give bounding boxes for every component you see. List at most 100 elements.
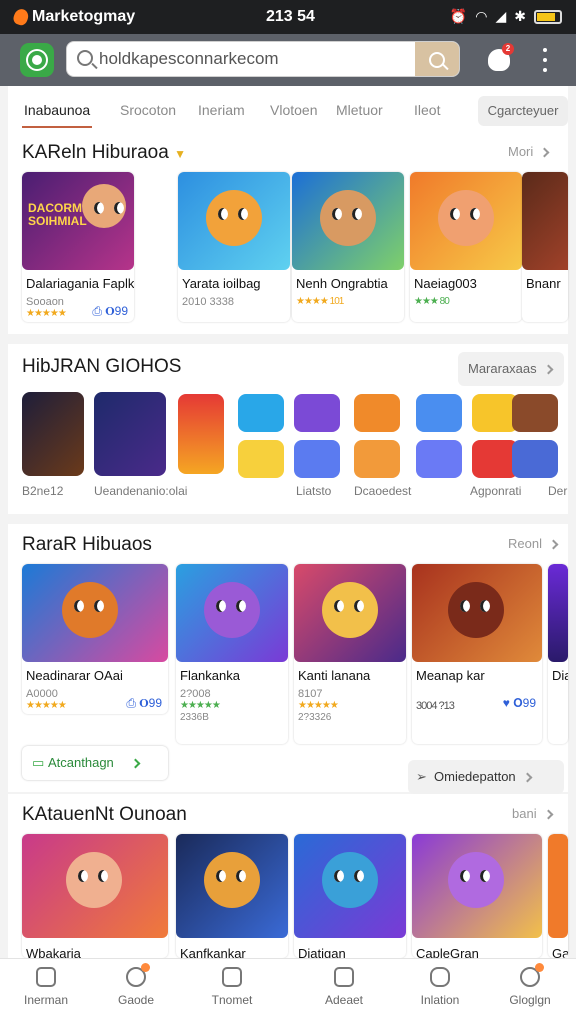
game-icon-tile[interactable] (354, 394, 400, 432)
section-more-link[interactable]: Mori (508, 144, 550, 159)
game-art (22, 564, 168, 662)
nav-item-home[interactable]: Inerman (6, 967, 86, 1007)
game-art (294, 834, 406, 938)
game-art (412, 834, 542, 938)
tab-2[interactable]: Ineriam (198, 102, 245, 118)
app-header: 2 (0, 34, 576, 86)
section-featured: KAReln Hiburaoa ▼ Mori DACORMIAI SOIHMIAL… (8, 134, 568, 334)
status-bar: Marketogmay 213 54 ⏰ ◠ ◢ ✱ (0, 0, 576, 34)
game-card[interactable]: Kanti lanana 8107 ★★★★★ 2?3326 (294, 564, 406, 744)
search-icon (77, 50, 93, 66)
game-subtitle: Sooaon (26, 296, 64, 308)
action-button-left[interactable]: ▭ Atcanthagn (22, 746, 168, 780)
document-icon (334, 967, 354, 987)
action-button-right[interactable]: ➢ Omiedepatton (408, 760, 564, 794)
game-title: Gap (552, 946, 568, 958)
nav-item-apps[interactable]: Adeaet (304, 967, 384, 1007)
wifi-icon: ◠ (475, 8, 488, 24)
tab-5[interactable]: Ileot (414, 102, 440, 118)
search-button[interactable] (415, 42, 459, 76)
game-icon-tile[interactable] (294, 440, 340, 478)
game-card[interactable]: Wbakaria (22, 834, 168, 961)
game-icon-tile[interactable] (238, 440, 284, 478)
game-card[interactable]: Kanfkankar (176, 834, 288, 961)
game-title: Dia (552, 668, 568, 683)
game-card[interactable]: Diatigan (294, 834, 406, 961)
section-more-link[interactable]: Mararaxaas (458, 352, 564, 386)
notification-badge: 2 (502, 43, 514, 55)
section-popular: RaraR Hibuaos Reonl Neadinarar OAai A000… (8, 524, 568, 794)
game-card[interactable]: Yarata ioilbag 2010 3338 (178, 172, 290, 322)
rating-stars: ★★★★ 101 (296, 296, 344, 307)
card-meta: 2336B (180, 712, 209, 723)
more-menu-icon[interactable] (538, 48, 552, 72)
card-meta: ⎙ 𝐎99 (92, 304, 128, 318)
icon-label: Agponrati (470, 484, 522, 498)
game-card[interactable]: Naeiag003 ★★★ 80 (410, 172, 522, 322)
game-card[interactable]: Flankanka 2?008 ★★★★★ 2336B (176, 564, 288, 744)
game-icon-tile[interactable] (512, 394, 558, 432)
star-icon (430, 967, 450, 987)
game-icon-tile[interactable] (294, 394, 340, 432)
game-card[interactable]: Nenh Ongrabtia ★★★★ 101 (292, 172, 404, 322)
chart-icon (222, 967, 242, 987)
section-title: KAReln Hiburaoa ▼ (22, 142, 186, 163)
game-art (176, 564, 288, 662)
game-art (22, 834, 168, 938)
tab-4[interactable]: Mletuor (336, 102, 383, 118)
game-art: DACORMIAI SOIHMIAL (22, 172, 134, 270)
game-art (522, 172, 568, 270)
signal-icon: ◢ (495, 8, 507, 24)
section-title: RaraR Hibuaos (22, 534, 152, 555)
game-art (548, 564, 568, 662)
app-logo-icon[interactable] (20, 43, 54, 77)
section-more-link[interactable]: bani (512, 806, 554, 821)
bookmark-icon: ▭ (32, 755, 45, 770)
bottom-nav: Inerman Gaode Tnomet Adeaet Inlation Glo… (0, 958, 576, 1024)
category-tabs: Inabaunoa Srocoton Ineriam Vlotoen Mletu… (8, 86, 568, 134)
game-icon-tile[interactable] (178, 394, 224, 474)
game-title: Meanap kar (416, 668, 485, 683)
icon-label: Der (548, 484, 568, 498)
nav-item-top[interactable]: Tnomet (192, 967, 272, 1007)
nav-item-profile[interactable]: Gloglgn (490, 963, 570, 1007)
game-icon (126, 963, 150, 987)
flame-icon (11, 7, 31, 27)
game-card[interactable]: DACORMIAI SOIHMIAL Dalariagania Faplka So… (22, 172, 134, 322)
tab-chip[interactable]: Cgarcteyuer (478, 96, 568, 126)
game-card[interactable]: Dia (548, 564, 568, 744)
game-icon-tile[interactable] (238, 394, 284, 432)
game-card[interactable]: Neadinarar OAai A0000 ★★★★★ ⎙ 𝐎99 (22, 564, 168, 714)
game-icon-tile[interactable] (416, 394, 462, 432)
section-title: KAtauenNt Ounoan (22, 804, 187, 825)
game-icon-tile[interactable] (22, 392, 84, 476)
game-title: Nenh Ongrabtia (296, 276, 388, 291)
rating-stars: ★★★★★ (26, 700, 67, 711)
nav-item-games[interactable]: Gaode (96, 963, 176, 1007)
game-card[interactable]: Meanap kar 3004 ?13 ♥ 𝐎99 (412, 564, 542, 744)
rating-stars: ★★★ 80 (414, 296, 450, 307)
section-more-link[interactable]: Reonl (508, 536, 559, 551)
tab-1[interactable]: Srocoton (120, 102, 176, 118)
game-card[interactable]: Bnanr (522, 172, 568, 322)
game-art (176, 834, 288, 938)
nav-item-rank[interactable]: Inlation (400, 967, 480, 1007)
game-icon-tile[interactable] (94, 392, 166, 476)
game-title: Bnanr (526, 276, 561, 291)
tab-0[interactable]: Inabaunoa (21, 102, 93, 128)
game-title: Neadinarar OAai (26, 668, 123, 683)
game-icon-tile[interactable] (416, 440, 462, 478)
search-input[interactable] (99, 42, 409, 76)
game-card[interactable]: CapleGran (412, 834, 542, 961)
rating-stars: ★★★★★ (180, 700, 221, 711)
game-card[interactable]: Gap (548, 834, 568, 958)
icon-label: B2ne12 (22, 484, 64, 498)
game-icon-tile[interactable] (354, 440, 400, 478)
card-meta: ⎙ 𝐎99 (126, 696, 162, 710)
notification-bell-icon[interactable]: 2 (488, 43, 514, 71)
game-art (410, 172, 522, 270)
tab-3[interactable]: Vlotoen (270, 102, 317, 118)
game-title: Dalariagania Faplka (26, 276, 134, 291)
game-icon-tile[interactable] (512, 440, 558, 478)
game-title: Kanti lanana (298, 668, 371, 683)
